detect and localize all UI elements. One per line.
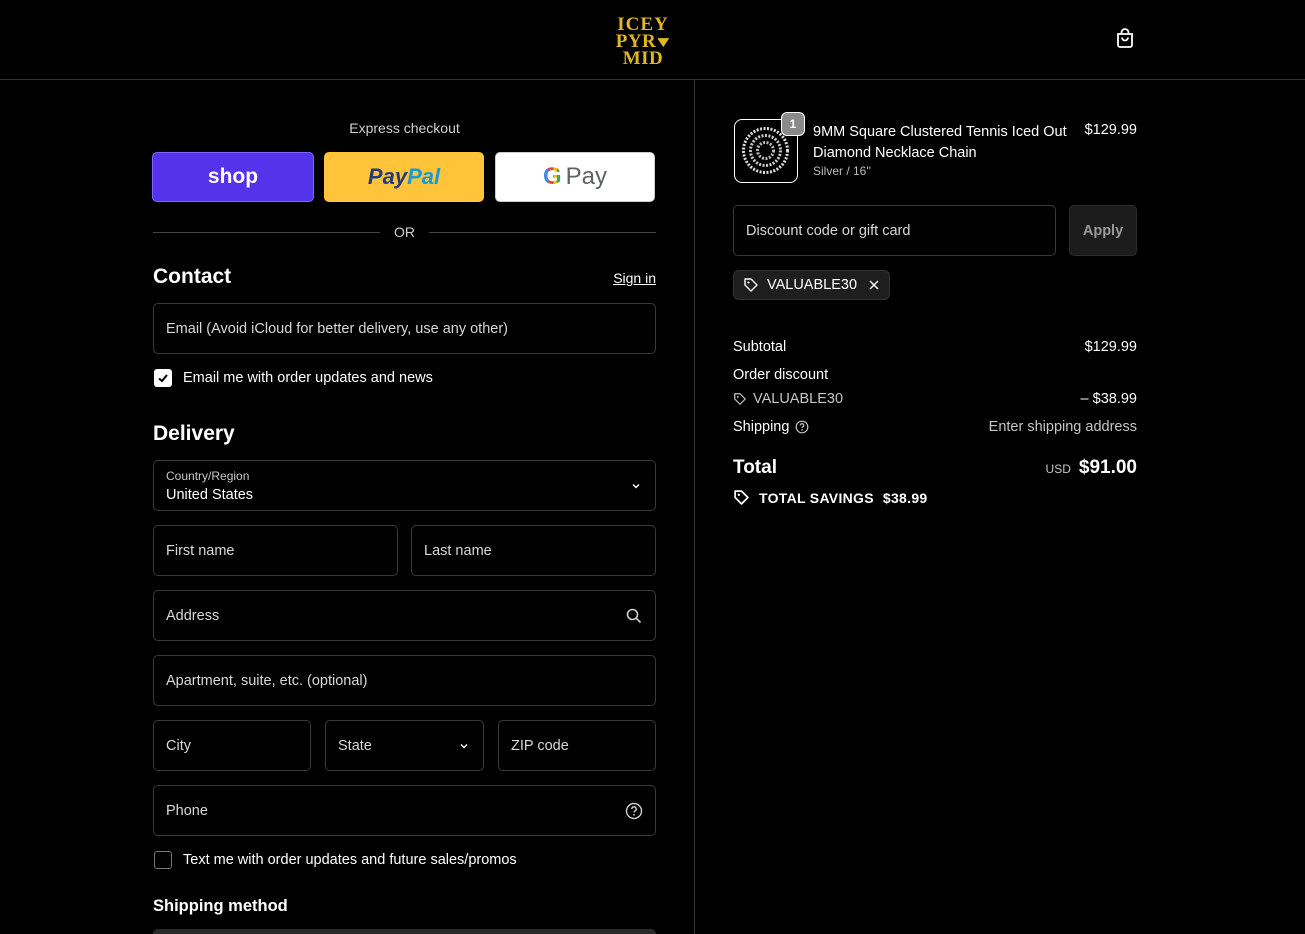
or-separator: OR [153,224,656,242]
email-optin-label: Email me with order updates and news [183,370,433,386]
subtotal-value: $129.99 [1084,339,1137,355]
state-select[interactable]: State [325,720,484,771]
email-placeholder: Email (Avoid iCloud for better delivery,… [166,321,508,337]
shipping-row: Shipping Enter shipping address [733,419,1137,435]
subtotal-row: Subtotal $129.99 [733,339,1137,355]
discount-value: – $38.99 [1080,391,1137,407]
order-discount-row: Order discount [733,367,1137,383]
discount-code-field[interactable]: Discount code or gift card [733,205,1056,256]
total-currency: USD [1045,462,1071,476]
first-name-field[interactable]: First name [153,525,398,576]
shipping-method-box [153,929,656,934]
search-icon [626,608,642,624]
savings-label: TOTAL SAVINGS [759,489,874,506]
address-field[interactable]: Address [153,590,656,641]
savings-value: $38.99 [882,489,928,506]
phone-placeholder: Phone [166,803,208,819]
tag-icon [744,278,758,292]
shipping-method-title: Shipping method [153,897,288,915]
express-checkout-title: Express checkout [349,120,460,136]
product-name: 9MM Square Clustered Tennis Iced Out Dia… [813,124,1067,161]
checkmark-icon [158,374,168,383]
email-optin-row[interactable]: Email me with order updates and news [154,369,433,387]
discount-placeholder: Discount code or gift card [746,223,911,239]
total-value: $91.00 [1078,457,1137,478]
total-savings: TOTAL SAVINGS $38.99 [733,489,928,506]
product-price: $129.99 [1084,122,1137,138]
paypal-label-pal: Pal [407,164,441,189]
shipping-label: Shipping [733,419,790,435]
subtotal-label: Subtotal [733,339,787,355]
contact-title: Contact [153,265,232,288]
shipping-value: Enter shipping address [988,419,1137,435]
total-label: Total [733,457,777,478]
apartment-placeholder: Apartment, suite, etc. (optional) [166,673,368,689]
applied-discount-code: VALUABLE30 [767,277,858,293]
discount-code-text: VALUABLE30 [753,391,844,407]
order-discount-label: Order discount [733,367,829,383]
close-icon[interactable] [868,279,880,291]
total-amount-group: USD $91.00 [1046,457,1137,479]
applied-discount-chip: VALUABLE30 [733,270,891,300]
country-value: United States [166,487,254,503]
google-pay-label: Pay [565,163,608,190]
email-optin-checkbox[interactable] [154,369,172,387]
last-name-placeholder: Last name [424,543,492,559]
shop-pay-button[interactable]: shop [152,152,314,202]
delivery-title: Delivery [153,422,235,445]
paypal-label-pay: Pay [367,164,408,189]
shopping-bag-icon[interactable] [1113,26,1137,50]
discount-code-row: VALUABLE30 – $38.99 [733,391,1137,407]
country-label: Country/Region [166,469,250,483]
city-placeholder: City [166,738,191,754]
shop-pay-label: shop [207,165,259,188]
google-pay-button[interactable]: G Pay [495,152,655,202]
sign-in-link[interactable]: Sign in [600,270,656,286]
apply-button[interactable]: Apply [1069,205,1137,256]
apartment-field[interactable]: Apartment, suite, etc. (optional) [153,655,656,706]
sms-optin-label: Text me with order updates and future sa… [183,852,517,868]
tag-icon [734,490,749,505]
product-variant: Silver / 16'' [813,164,871,178]
tag-icon [734,393,746,405]
sms-optin-checkbox[interactable] [154,851,172,869]
gem-icon [657,38,670,48]
quantity-badge: 1 [781,112,805,136]
shipping-label-group: Shipping [733,419,809,435]
phone-field[interactable]: Phone [153,785,656,836]
help-icon[interactable] [795,420,809,434]
country-select[interactable]: Country/Region United States [153,460,656,511]
store-logo[interactable]: ICEY PYRMID [598,15,688,68]
chevron-down-icon [632,484,640,489]
paypal-button[interactable]: Pay Pal [324,152,484,202]
email-field[interactable]: Email (Avoid iCloud for better delivery,… [153,303,656,354]
google-g-icon: G [542,163,562,190]
help-icon[interactable] [625,802,643,820]
city-field[interactable]: City [153,720,311,771]
sms-optin-row[interactable]: Text me with order updates and future sa… [154,851,517,869]
state-placeholder: State [338,738,372,754]
logo-line2: PYRMID [598,32,688,69]
site-header: ICEY PYRMID [0,0,1305,80]
column-divider [694,80,695,934]
first-name-placeholder: First name [166,543,235,559]
last-name-field[interactable]: Last name [411,525,656,576]
logo-line2b: MID [622,48,664,69]
address-placeholder: Address [166,608,220,624]
zip-field[interactable]: ZIP code [498,720,656,771]
chevron-down-icon [460,744,468,749]
total-row: Total USD $91.00 [733,457,1137,479]
zip-placeholder: ZIP code [511,738,569,754]
discount-code-line: VALUABLE30 [733,391,843,407]
